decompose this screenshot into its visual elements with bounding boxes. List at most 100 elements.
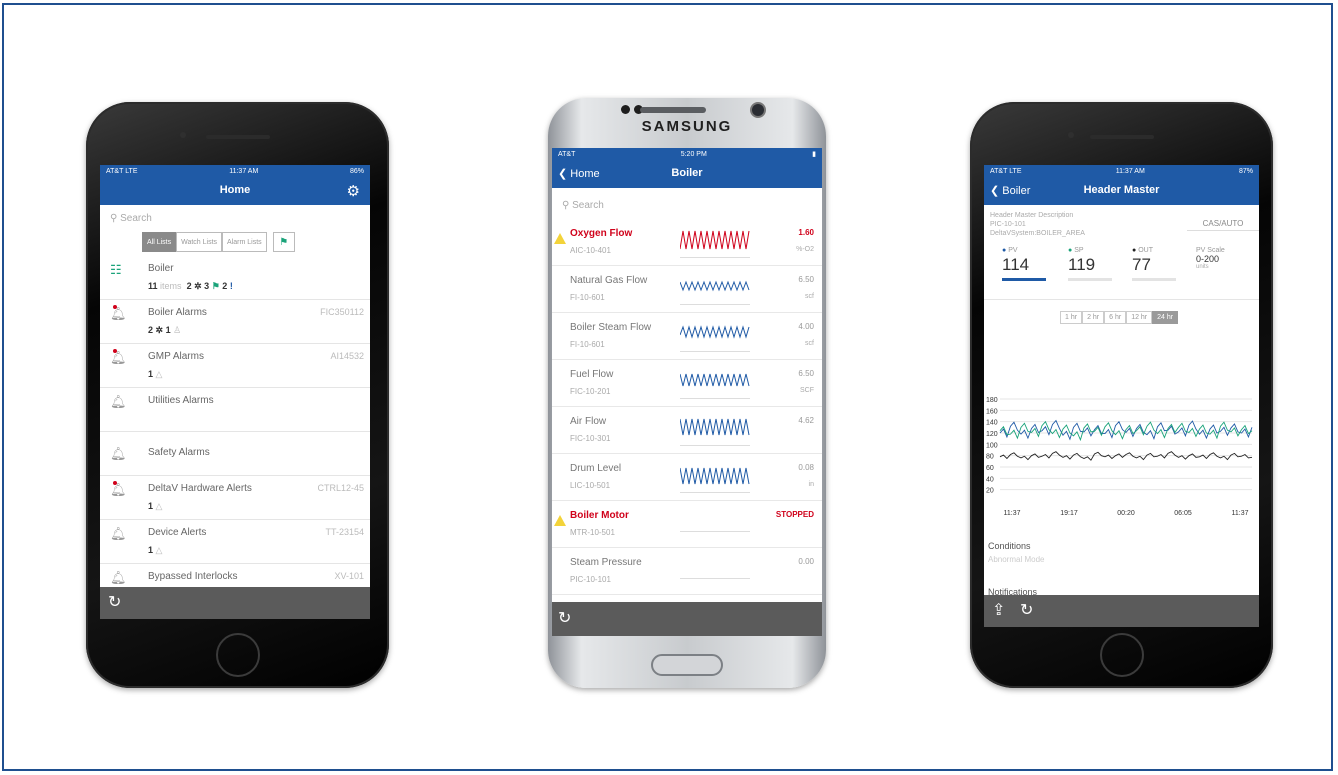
row-tag: AIC-10-401 [570, 246, 611, 255]
share-icon[interactable]: ⇪ [992, 600, 1005, 620]
battery-icon: ▮ [812, 151, 816, 158]
row-tag: PIC-10-101 [570, 575, 611, 584]
row-value: 6.50 [798, 275, 814, 284]
front-camera [750, 102, 766, 118]
range-2hr[interactable]: 2 hr [1082, 311, 1105, 324]
warning-icon [554, 233, 566, 244]
row-value: STOPPED [775, 510, 814, 519]
item-name: Boiler [148, 263, 174, 274]
bell-icon: 🔔︎ [110, 570, 127, 585]
conditions-value: Abnormal Mode [988, 555, 1045, 564]
row-name: Drum Level [570, 463, 622, 474]
item-summary: 1 △ [148, 369, 163, 379]
row-tag: FI-10-601 [570, 293, 605, 302]
phone3-screen: AT&T LTE 11:37 AM 87% ❮ Boiler Header Ma… [984, 165, 1259, 627]
list-item[interactable]: 🔔︎ Safety Alarms [100, 432, 370, 476]
person-icon: ♙ [173, 325, 182, 335]
row-unit: scf [805, 340, 814, 347]
status-bar: AT&T LTE 11:37 AM 86% [100, 165, 370, 177]
row-value: 4.62 [798, 416, 814, 425]
row-value: 1.60 [798, 228, 814, 237]
table-row[interactable]: Boiler Motor MTR-10-501 STOPPED [552, 501, 822, 548]
row-value: 6.50 [798, 369, 814, 378]
table-row[interactable]: Natural Gas Flow FI-10-601 6.50 scf [552, 266, 822, 313]
row-name: Oxygen Flow [570, 228, 633, 239]
refresh-icon[interactable]: ↻ [1020, 600, 1033, 620]
row-name: Boiler Steam Flow [570, 322, 652, 333]
list-item[interactable]: 🔔︎ GMP Alarms AI14532 1 △ [100, 344, 370, 388]
item-name: GMP Alarms [148, 351, 204, 362]
table-row[interactable]: Drum Level LIC-10-501 0.08 in [552, 454, 822, 501]
home-button[interactable] [215, 633, 260, 677]
alarm-bell-icon: ✲ [155, 325, 164, 335]
row-name: Boiler Motor [570, 510, 629, 521]
sparkline-baseline [680, 257, 750, 258]
list-item[interactable]: 🔔︎ Utilities Alarms [100, 388, 370, 432]
front-camera [1068, 132, 1074, 138]
time-range-selector: 1 hr 2 hr 6 hr 12 hr 24 hr [1060, 311, 1179, 324]
nav-bar: Home ⚙ [100, 177, 370, 205]
tab-all-lists[interactable]: All Lists [142, 232, 177, 252]
x-tick-label: 19:17 [1060, 510, 1078, 517]
y-tick-label: 40 [986, 476, 994, 483]
sp-value[interactable]: ● SP 119 [1068, 247, 1112, 281]
time-label: 5:20 PM [680, 150, 707, 158]
item-tag: FIC350112 [320, 307, 364, 317]
bell-outline-icon: △ [155, 369, 163, 379]
range-24hr[interactable]: 24 hr [1152, 311, 1179, 324]
row-name: Natural Gas Flow [570, 275, 648, 286]
speaker [205, 135, 270, 139]
sensor-dot [621, 105, 630, 114]
x-tick-label: 11:37 [1232, 510, 1249, 517]
table-row[interactable]: Boiler Steam Flow FI-10-601 4.00 scf [552, 313, 822, 360]
row-tag: MTR-10-501 [570, 528, 615, 537]
search-input[interactable]: ⚲ Search [100, 205, 370, 232]
x-tick-label: 00:20 [1117, 510, 1135, 517]
search-input[interactable]: ⚲ Search [552, 188, 822, 219]
row-value: 0.00 [798, 557, 814, 566]
samsung-phone: SAMSUNG AT&T 5:20 PM ▮ ❮ Home Boiler ⚲ S… [548, 98, 826, 688]
item-summary: 11 items 2 ✲ 3 ⚑ 2 ! [148, 281, 233, 291]
list-item[interactable]: 🔔︎ DeltaV Hardware Alerts CTRL12-45 1 △ [100, 476, 370, 520]
home-button[interactable] [651, 654, 723, 676]
sparkline-baseline [680, 304, 750, 305]
exclamation-icon: ! [229, 281, 233, 291]
item-name: Boiler Alarms [148, 307, 207, 318]
bell-icon: 🔔︎ [110, 394, 127, 409]
row-value: 0.08 [798, 463, 814, 472]
bell-outline-icon: △ [155, 545, 163, 555]
bottom-toolbar: ⇪ ↻ [984, 595, 1259, 627]
home-button[interactable] [1099, 633, 1144, 677]
nav-bar: ❮ Home Boiler [552, 160, 822, 188]
list-item[interactable]: ☷ Boiler 11 items 2 ✲ 3 ⚑ 2 ! [100, 256, 370, 300]
tab-alarm-lists[interactable]: Alarm Lists [222, 232, 267, 252]
table-row[interactable]: Oxygen Flow AIC-10-401 1.60 %-O2 [552, 219, 822, 266]
sparkline-baseline [680, 531, 750, 532]
flag-filter-button[interactable]: ⚑ [272, 232, 295, 252]
row-tag: FIC-10-301 [570, 434, 611, 443]
table-row[interactable]: Fuel Flow FIC-10-201 6.50 SCF [552, 360, 822, 407]
x-tick-label: 06:05 [1174, 510, 1192, 517]
row-unit: %-O2 [796, 246, 814, 253]
pv-value[interactable]: ● PV 114 [1002, 247, 1046, 281]
gear-icon[interactable]: ⚙ [347, 182, 360, 200]
list-item[interactable]: 🔔︎ Boiler Alarms FIC350112 2 ✲ 1 ♙ [100, 300, 370, 344]
refresh-icon[interactable]: ↻ [558, 608, 571, 628]
range-12hr[interactable]: 12 hr [1126, 311, 1153, 324]
tab-watch-lists[interactable]: Watch Lists [176, 232, 223, 252]
table-row[interactable]: Air Flow FIC-10-301 4.62 [552, 407, 822, 454]
table-row[interactable]: Steam Pressure PIC-10-101 0.00 [552, 548, 822, 595]
range-6hr[interactable]: 6 hr [1104, 311, 1127, 324]
refresh-icon[interactable]: ↻ [108, 592, 121, 612]
range-1hr[interactable]: 1 hr [1060, 311, 1083, 324]
sparkline [680, 373, 750, 387]
item-summary: 1 △ [148, 545, 163, 555]
front-camera [180, 132, 186, 138]
list-item[interactable]: 🔔︎ Device Alerts TT-23154 1 △ [100, 520, 370, 564]
y-tick-label: 60 [986, 465, 994, 472]
row-tag: LIC-10-501 [570, 481, 611, 490]
out-value[interactable]: ● OUT 77 [1132, 247, 1176, 281]
bell-outline-icon: △ [155, 501, 163, 511]
battery-label: 87% [1238, 167, 1253, 175]
item-summary: 2 ✲ 1 ♙ [148, 325, 182, 335]
